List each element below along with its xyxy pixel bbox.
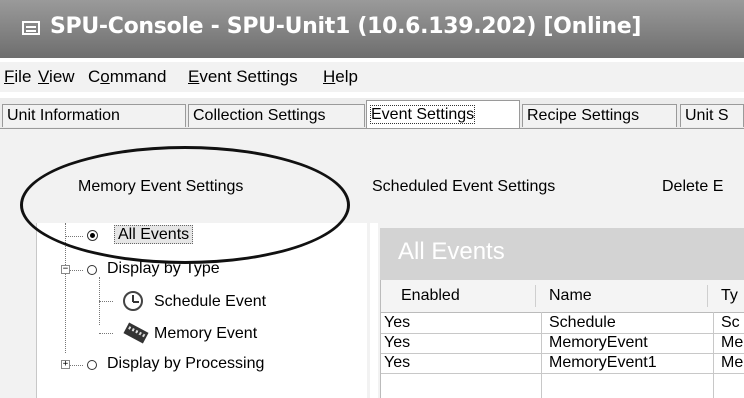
cell-enabled[interactable]: Yes xyxy=(384,334,410,352)
grid-line xyxy=(381,373,744,374)
panel-header: All Events xyxy=(380,228,744,280)
menu-file[interactable]: File xyxy=(4,67,31,87)
console-icon[interactable] xyxy=(22,21,40,35)
tab-unit-information[interactable]: Unit Information xyxy=(2,104,186,127)
all-events-radio[interactable] xyxy=(87,230,98,241)
column-header-type[interactable]: Ty xyxy=(721,287,738,305)
event-tree: All Events − Display by Type Schedule Ev… xyxy=(36,223,367,398)
cell-name[interactable]: Schedule xyxy=(549,314,616,332)
delete-event-button[interactable]: Delete E xyxy=(662,178,723,196)
event-table: Enabled Name Ty Yes Schedule Sc Yes Memo… xyxy=(380,280,744,398)
event-list-panel: All Events Enabled Name Ty Yes Schedule … xyxy=(378,223,744,398)
menu-command[interactable]: Command xyxy=(88,67,166,87)
window-title: SPU-Console - SPU-Unit1 (10.6.139.202) [… xyxy=(50,14,642,39)
expand-icon[interactable]: + xyxy=(61,360,70,369)
cell-type[interactable]: Sc xyxy=(721,314,744,332)
tree-connector xyxy=(65,223,66,353)
tree-item-schedule-event[interactable]: Schedule Event xyxy=(154,293,266,311)
display-by-type-radio[interactable] xyxy=(87,265,97,275)
scheduled-event-settings-button[interactable]: Scheduled Event Settings xyxy=(372,178,555,196)
column-header-name[interactable]: Name xyxy=(549,287,592,305)
display-by-processing-radio[interactable] xyxy=(87,360,97,370)
tree-connector xyxy=(65,236,83,237)
column-divider[interactable] xyxy=(535,285,536,307)
tab-strip: Unit Information Collection Settings Eve… xyxy=(0,98,744,129)
column-header-enabled[interactable]: Enabled xyxy=(401,287,460,305)
tree-connector xyxy=(99,301,113,302)
menu-view[interactable]: View xyxy=(38,67,75,87)
memory-chip-icon xyxy=(123,322,149,344)
tree-item-memory-event[interactable]: Memory Event xyxy=(154,325,257,343)
grid-line xyxy=(541,312,542,398)
cell-type[interactable]: Me xyxy=(721,334,744,352)
memory-event-settings-button[interactable]: Memory Event Settings xyxy=(78,178,243,196)
tab-recipe-settings[interactable]: Recipe Settings xyxy=(522,104,677,127)
tree-connector xyxy=(99,333,113,334)
tree-item-display-by-type[interactable]: Display by Type xyxy=(107,260,220,278)
tab-event-settings[interactable]: Event Settings xyxy=(366,100,520,128)
menu-bar: File View Command Event Settings Help xyxy=(0,62,744,92)
tab-unit-settings[interactable]: Unit S xyxy=(680,104,744,127)
collapse-icon[interactable]: − xyxy=(61,265,70,274)
tree-item-all-events[interactable]: All Events xyxy=(114,225,194,244)
cell-enabled[interactable]: Yes xyxy=(384,314,410,332)
event-toolbar: Memory Event Settings Scheduled Event Se… xyxy=(0,129,744,223)
tree-connector xyxy=(69,270,83,271)
cell-enabled[interactable]: Yes xyxy=(384,354,410,372)
menu-help[interactable]: Help xyxy=(323,67,358,87)
event-tree-panel: All Events − Display by Type Schedule Ev… xyxy=(0,223,370,398)
table-header: Enabled Name Ty xyxy=(381,280,744,313)
grid-line xyxy=(713,312,714,398)
title-bar[interactable]: SPU-Console - SPU-Unit1 (10.6.139.202) [… xyxy=(0,0,744,58)
tab-collection-settings[interactable]: Collection Settings xyxy=(188,104,365,127)
tree-connector xyxy=(69,365,83,366)
cell-name[interactable]: MemoryEvent xyxy=(549,334,648,352)
menu-event-settings[interactable]: Event Settings xyxy=(188,67,298,87)
cell-type[interactable]: Me xyxy=(721,354,744,372)
column-divider[interactable] xyxy=(707,285,708,307)
tree-item-label: All Events xyxy=(114,225,194,244)
panel-title: All Events xyxy=(398,238,505,265)
cell-name[interactable]: MemoryEvent1 xyxy=(549,354,657,372)
tree-item-display-by-processing[interactable]: Display by Processing xyxy=(107,355,264,373)
clock-icon xyxy=(123,291,143,311)
